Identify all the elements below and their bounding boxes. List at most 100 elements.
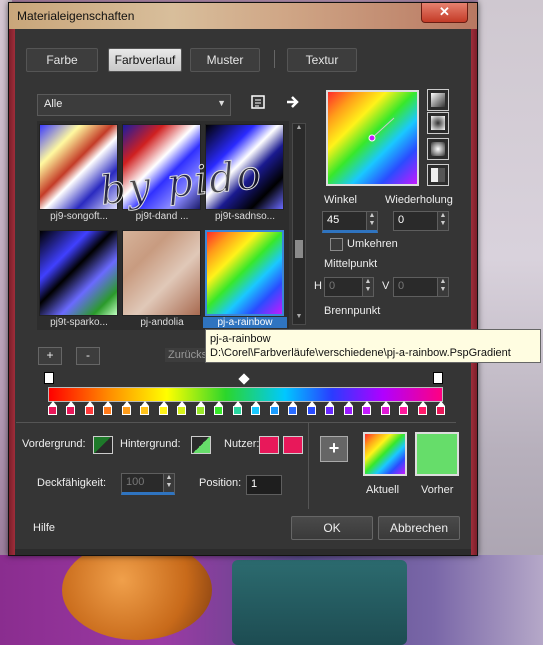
color-stop[interactable]: [436, 406, 445, 415]
sunburst-shape-button[interactable]: [427, 138, 449, 160]
close-button[interactable]: ✕: [421, 3, 468, 23]
gradient-thumb-image: [205, 230, 284, 316]
rectangular-shape-button[interactable]: [427, 112, 449, 134]
nutzer-swatch[interactable]: [259, 436, 279, 454]
position-input[interactable]: 1: [246, 475, 282, 495]
stepper-arrows-icon[interactable]: ▲ ▼: [366, 212, 377, 230]
aktuell-swatch[interactable]: [363, 432, 407, 476]
opacity-stop-left[interactable]: [44, 372, 54, 384]
color-stop[interactable]: [158, 406, 168, 415]
gradient-thumb-label: pj9t-sadnso...: [214, 211, 276, 222]
clipboard-icon[interactable]: [249, 94, 267, 112]
color-stop[interactable]: [362, 406, 372, 415]
vordergrund-swatch[interactable]: [93, 436, 113, 454]
gradient-thumb[interactable]: [39, 230, 118, 316]
color-stop[interactable]: [251, 406, 261, 415]
radial-shape-button[interactable]: [427, 164, 449, 186]
color-stop[interactable]: [306, 406, 316, 415]
mittelpunkt-v-stepper[interactable]: 0 ▲ ▼: [393, 277, 449, 297]
nutzer-label: Nutzer:: [224, 438, 260, 450]
tab-textur[interactable]: Textur: [287, 48, 357, 72]
color-stop[interactable]: [48, 406, 57, 415]
winkel-stepper[interactable]: 45 ▲ ▼: [322, 211, 378, 233]
color-stop[interactable]: [380, 406, 390, 415]
title-bar[interactable]: Materialeigenschaften ✕: [9, 3, 477, 29]
linear-shape-icon: [431, 93, 445, 107]
deckfaehigkeit-label: Deckfähigkeit:: [37, 477, 107, 489]
color-stop[interactable]: [417, 406, 427, 415]
tab-muster[interactable]: Muster: [190, 48, 260, 72]
color-stop[interactable]: [214, 406, 224, 415]
plus-icon[interactable]: +: [320, 436, 348, 462]
radial-shape-icon: [431, 168, 445, 182]
color-stop[interactable]: [343, 406, 353, 415]
gradient-thumb[interactable]: [122, 230, 201, 316]
color-stop[interactable]: [195, 406, 205, 415]
angle-handle-icon: [368, 117, 395, 142]
deckfaehigkeit-stepper[interactable]: 100 ▲ ▼: [121, 473, 175, 495]
hintergrund-swatch[interactable]: [191, 436, 211, 454]
color-stop[interactable]: [177, 406, 187, 415]
tab-farbe[interactable]: Farbe: [26, 48, 98, 72]
gradient-thumb-selected[interactable]: [205, 230, 284, 316]
gradient-bar[interactable]: [48, 387, 443, 402]
cancel-button[interactable]: Abbrechen: [378, 516, 460, 540]
tab-farbverlauf[interactable]: Farbverlauf: [108, 48, 182, 72]
gradient-thumb-image: [122, 230, 201, 316]
position-label: Position:: [199, 477, 242, 489]
nutzer-swatch-2[interactable]: [283, 436, 303, 454]
gradient-preview[interactable]: [326, 90, 419, 186]
winkel-value: 45: [327, 214, 340, 226]
arrow-right-icon[interactable]: [284, 94, 302, 112]
gallery-scrollbar[interactable]: ▲ ▼: [292, 123, 306, 325]
remove-gradient-button[interactable]: -: [76, 347, 100, 365]
gradient-thumb-label: pj9t-dand ...: [135, 211, 189, 222]
brennpunkt-label: Brennpunkt: [324, 305, 381, 317]
category-dropdown[interactable]: Alle ▼: [37, 94, 231, 116]
gradient-tooltip: pj-a-rainbow D:\Corel\Farbverläufe\versc…: [205, 329, 541, 363]
color-stop[interactable]: [325, 406, 335, 415]
gradient-thumb-label: pj-andolia: [140, 317, 184, 328]
color-stop[interactable]: [232, 406, 242, 415]
deckfaehigkeit-value: 100: [126, 476, 145, 488]
color-stop[interactable]: [399, 406, 409, 415]
stepper-arrows-icon[interactable]: ▲ ▼: [437, 212, 448, 230]
scroll-up-icon[interactable]: ▲: [293, 124, 305, 134]
wiederholung-stepper[interactable]: 0 ▲ ▼: [393, 211, 449, 231]
mittelpunkt-label: Mittelpunkt: [324, 258, 378, 270]
opacity-stop-right[interactable]: [433, 372, 443, 384]
stepper-arrows-icon[interactable]: ▲ ▼: [437, 278, 448, 296]
tooltip-name: pj-a-rainbow: [210, 333, 271, 345]
color-stop[interactable]: [103, 406, 113, 415]
vorher-swatch[interactable]: [415, 432, 459, 476]
color-stop[interactable]: [288, 406, 298, 415]
winkel-label: Winkel: [324, 194, 358, 206]
help-link[interactable]: Hilfe: [33, 522, 55, 534]
stepper-arrows-icon[interactable]: ▲ ▼: [362, 278, 373, 296]
mittelpunkt-h-stepper[interactable]: 0 ▲ ▼: [324, 277, 374, 297]
stepper-arrows-icon[interactable]: ▲ ▼: [163, 474, 174, 492]
background-right: [478, 0, 543, 645]
h-value: 0: [329, 280, 336, 292]
scroll-down-icon[interactable]: ▼: [293, 313, 305, 323]
ok-button[interactable]: OK: [291, 516, 373, 540]
add-gradient-button[interactable]: +: [38, 347, 62, 365]
h-label: H: [314, 280, 322, 292]
position-value: 1: [251, 478, 258, 490]
rectangular-shape-icon: [431, 116, 445, 130]
umkehren-checkbox[interactable]: [330, 238, 343, 251]
window-title: Materialeigenschaften: [17, 9, 135, 23]
tooltip-path: D:\Corel\Farbverläufe\verschiedene\pj-a-…: [210, 347, 511, 359]
divider: [16, 422, 456, 423]
color-stop[interactable]: [140, 406, 150, 415]
color-stop[interactable]: [269, 406, 279, 415]
category-value: Alle: [44, 98, 63, 110]
vorher-label: Vorher: [421, 484, 454, 496]
aktuell-label: Aktuell: [366, 484, 400, 496]
color-stop[interactable]: [66, 406, 76, 415]
color-stop[interactable]: [84, 406, 94, 415]
linear-shape-button[interactable]: [427, 89, 449, 111]
scroll-thumb[interactable]: [295, 240, 303, 258]
color-stop[interactable]: [121, 406, 131, 415]
gradient-thumb-image: [39, 230, 118, 316]
